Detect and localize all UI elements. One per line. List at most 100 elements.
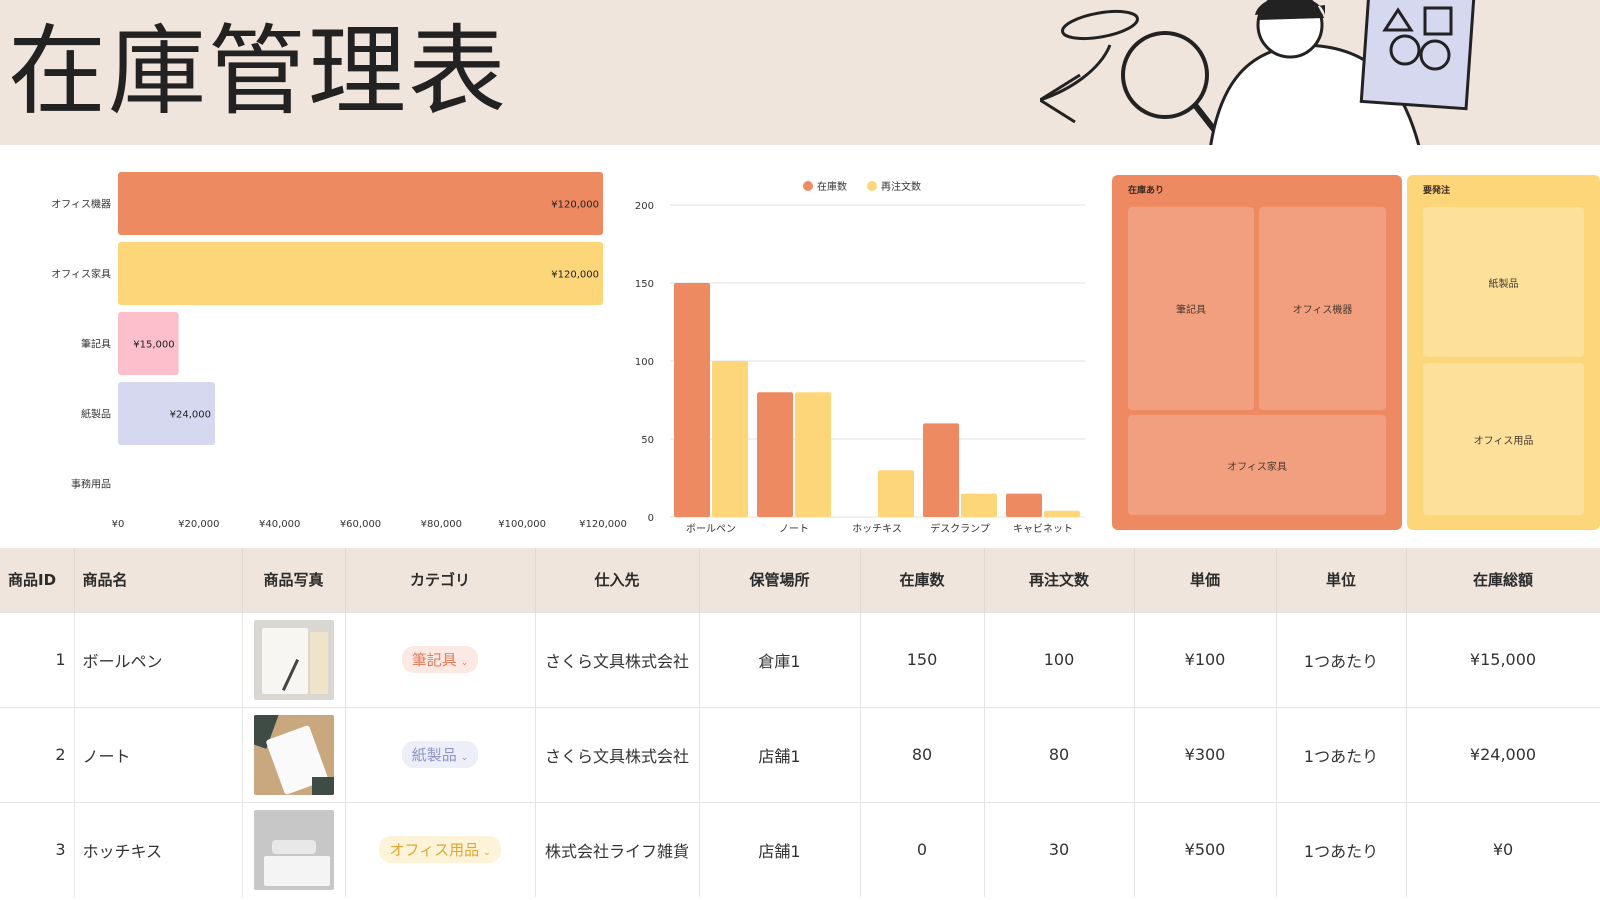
- treemap-tile[interactable]: オフィス家具: [1128, 415, 1386, 515]
- treemap-tile[interactable]: オフィス機器: [1259, 207, 1386, 410]
- category-tag[interactable]: オフィス用品 ⌄: [379, 836, 501, 864]
- x-category-label: ノート: [779, 524, 809, 535]
- x-tick-label: ¥60,000: [340, 519, 381, 530]
- column-header-id[interactable]: 商品ID: [0, 548, 75, 612]
- cell-reorder[interactable]: 100: [984, 611, 1135, 707]
- bar-data-label: ¥24,000: [170, 410, 211, 421]
- column-bar[interactable]: [674, 283, 710, 517]
- x-tick-label: ¥80,000: [421, 519, 462, 530]
- cell-stock[interactable]: 80: [860, 706, 985, 802]
- column-header-supplier[interactable]: 仕入先: [535, 548, 700, 612]
- inventory-table: 商品ID 商品名 商品写真 カテゴリ 仕入先 保管場所 在庫数 再注文数 単価 …: [0, 548, 1600, 900]
- treemap-group-label: 在庫あり: [1128, 186, 1165, 196]
- cell-category[interactable]: オフィス用品 ⌄: [345, 801, 536, 897]
- column-bar[interactable]: [1044, 510, 1080, 517]
- column-header-total[interactable]: 在庫総額: [1406, 548, 1600, 612]
- cell-price[interactable]: ¥100: [1134, 611, 1277, 707]
- notebook-photo: [253, 714, 334, 795]
- treemap-group-label: 要発注: [1423, 186, 1451, 196]
- y-tick-label: 200: [635, 201, 654, 212]
- legend-swatch: [867, 181, 877, 191]
- y-tick-label: 150: [635, 279, 654, 290]
- table-row[interactable]: 1 ボールペン 筆記具 ⌄ さくら文具株式会社 倉庫1 150 100 ¥100 1つあたり ¥15…: [0, 611, 1600, 707]
- column-bar[interactable]: [757, 392, 793, 517]
- treemap-tile[interactable]: オフィス用品: [1423, 363, 1584, 515]
- column-bar[interactable]: [1006, 493, 1042, 517]
- category-tag-label: オフィス用品: [389, 841, 480, 860]
- table-row[interactable]: 2 ノート 紙製品 ⌄ さくら文具株式会社 店舗1 80 80 ¥300 1つあたり ¥24,000: [0, 706, 1600, 802]
- cell-id[interactable]: 1: [0, 611, 75, 707]
- treemap-group-in-stock[interactable]: 在庫あり筆記具 オフィス機器 オフィス家具: [1112, 175, 1402, 530]
- y-tick-label: 100: [635, 357, 654, 368]
- column-header-location[interactable]: 保管場所: [699, 548, 861, 612]
- bar[interactable]: [118, 242, 603, 305]
- bar[interactable]: [118, 172, 603, 235]
- cell-name[interactable]: ボールペン: [74, 611, 243, 707]
- cell-name[interactable]: ノート: [74, 706, 243, 802]
- legend-label: 再注文数: [881, 180, 921, 193]
- bar-category-label: オフィス機器: [51, 198, 111, 211]
- cell-location[interactable]: 店舗1: [699, 706, 861, 802]
- y-tick-label: 0: [648, 513, 654, 524]
- cell-id[interactable]: 2: [0, 706, 75, 802]
- cell-total[interactable]: ¥0: [1406, 801, 1600, 897]
- cell-total[interactable]: ¥24,000: [1406, 706, 1600, 802]
- cell-name[interactable]: ホッチキス: [74, 801, 243, 897]
- bar-data-label: ¥15,000: [133, 340, 174, 351]
- cell-price[interactable]: ¥500: [1134, 801, 1277, 897]
- column-header-unit[interactable]: 単位: [1276, 548, 1407, 612]
- x-category-label: デスクランプ: [930, 522, 990, 535]
- legend-label: 在庫数: [817, 180, 847, 193]
- cell-location[interactable]: 店舗1: [699, 801, 861, 897]
- pen-photo: [253, 619, 334, 700]
- category-tag[interactable]: 筆記具 ⌄: [401, 646, 479, 673]
- cell-price[interactable]: ¥300: [1134, 706, 1277, 802]
- column-bar[interactable]: [923, 423, 959, 517]
- chevron-down-icon: ⌄: [483, 848, 491, 859]
- column-header-reorder[interactable]: 再注文数: [984, 548, 1135, 612]
- page-title: 在庫管理表: [8, 15, 509, 129]
- cell-location[interactable]: 倉庫1: [699, 611, 861, 707]
- treemap-tile[interactable]: 紙製品: [1423, 207, 1584, 357]
- x-tick-label: ¥120,000: [579, 519, 627, 530]
- column-header-price[interactable]: 単価: [1134, 548, 1277, 612]
- cell-photo[interactable]: [242, 706, 346, 802]
- cell-unit[interactable]: 1つあたり: [1276, 801, 1407, 897]
- column-header-stock[interactable]: 在庫数: [860, 548, 985, 612]
- column-bar[interactable]: [961, 493, 997, 517]
- cell-category[interactable]: 筆記具 ⌄: [345, 611, 536, 707]
- cell-photo[interactable]: [242, 611, 346, 707]
- table-row[interactable]: 3 ホッチキス オフィス用品 ⌄ 株式会社ライフ雑貨 店舗1 0 30 ¥500 1つあたり ¥0: [0, 801, 1600, 897]
- column-header-photo[interactable]: 商品写真: [242, 548, 346, 612]
- x-tick-label: ¥0: [112, 519, 125, 530]
- cell-category[interactable]: 紙製品 ⌄: [345, 706, 536, 802]
- cell-photo[interactable]: [242, 801, 346, 897]
- cell-supplier[interactable]: さくら文具株式会社: [535, 611, 700, 707]
- category-tag-label: 筆記具: [411, 651, 457, 669]
- x-tick-label: ¥40,000: [259, 519, 300, 530]
- cell-supplier[interactable]: 株式会社ライフ雑貨: [535, 801, 700, 897]
- bar-category-label: 筆記具: [81, 338, 111, 351]
- column-bar[interactable]: [712, 361, 748, 517]
- x-category-label: キャビネット: [1013, 523, 1073, 535]
- column-bar[interactable]: [795, 392, 831, 517]
- column-bar[interactable]: [878, 470, 914, 517]
- column-header-category[interactable]: カテゴリ: [345, 548, 536, 612]
- cell-stock[interactable]: 150: [860, 611, 985, 707]
- column-header-name[interactable]: 商品名: [74, 548, 243, 612]
- category-tag[interactable]: 紙製品 ⌄: [401, 741, 479, 768]
- cell-total[interactable]: ¥15,000: [1406, 611, 1600, 707]
- cell-supplier[interactable]: さくら文具株式会社: [535, 706, 700, 802]
- cell-unit[interactable]: 1つあたり: [1276, 611, 1407, 707]
- treemap-tile[interactable]: 筆記具: [1128, 207, 1254, 410]
- treemap-group-reorder[interactable]: 要発注紙製品 オフィス用品: [1407, 175, 1600, 530]
- y-tick-label: 50: [641, 435, 654, 446]
- bar-category-label: 紙製品: [81, 408, 111, 421]
- cell-id[interactable]: 3: [0, 801, 75, 897]
- cell-reorder[interactable]: 80: [984, 706, 1135, 802]
- person-with-magnifier-illustration: [1040, 0, 1476, 145]
- cell-reorder[interactable]: 30: [984, 801, 1135, 897]
- cell-unit[interactable]: 1つあたり: [1276, 706, 1407, 802]
- cell-stock[interactable]: 0: [860, 801, 985, 897]
- chevron-down-icon: ⌄: [460, 658, 469, 668]
